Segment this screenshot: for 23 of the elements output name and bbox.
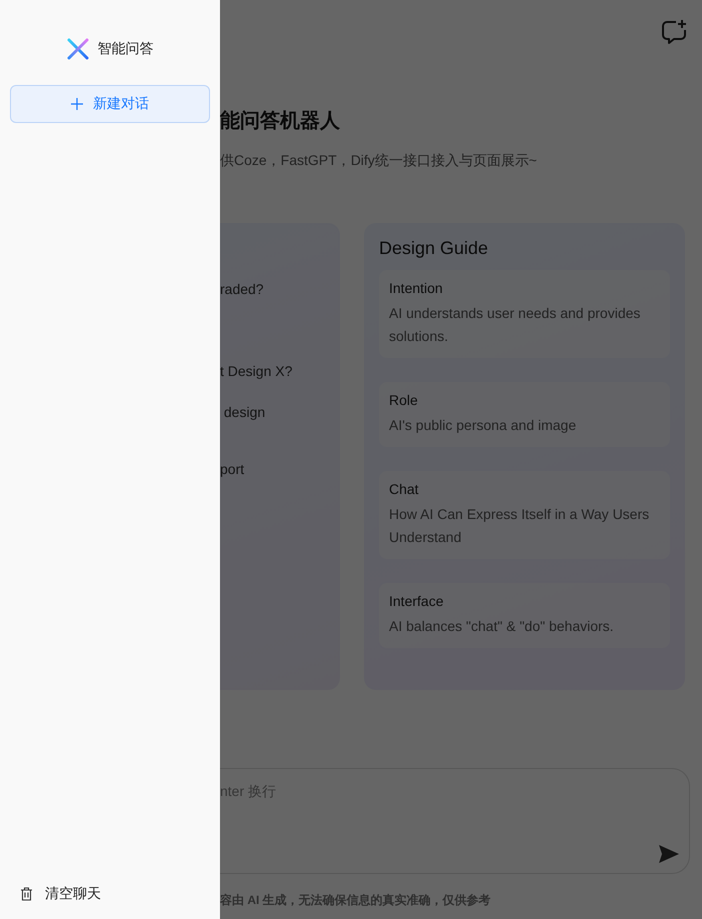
clear-chat-button[interactable]: 清空聊天 [10, 883, 107, 905]
page-title: 能问答机器人 [220, 109, 341, 134]
guide-item-description: AI balances "chat" & "do" behaviors. [389, 617, 615, 636]
app-title: 智能问答 [98, 40, 154, 58]
prompt-item[interactable]: raded? [220, 280, 340, 298]
guide-item-description: AI understands user needs and provides solutions. [389, 304, 642, 346]
guide-item-description: AI's public persona and image [389, 416, 578, 435]
new-chat-icon[interactable] [661, 19, 687, 45]
guide-item-title: Chat [389, 480, 420, 499]
guide-item-title: Intention [389, 279, 444, 298]
page-subtitle: 供Coze，FastGPT，Dify统一接口接入与页面展示~ [220, 151, 538, 169]
logo-icon [66, 38, 88, 60]
prompt-item[interactable]: port [220, 460, 340, 478]
plus-icon [71, 98, 83, 110]
prompt-item[interactable]: design [220, 403, 340, 421]
send-icon[interactable] [658, 844, 680, 864]
guide-item-description: How AI Can Express Itself in a Way Users Understand [389, 505, 650, 547]
trash-icon [20, 887, 33, 901]
guide-title: Design Guide [379, 237, 490, 260]
guide-item-title: Interface [389, 592, 444, 611]
prompt-item[interactable]: t Design X? [220, 362, 340, 380]
new-chat-button[interactable]: 新建对话 [10, 85, 210, 123]
guide-item-title: Role [389, 391, 419, 410]
